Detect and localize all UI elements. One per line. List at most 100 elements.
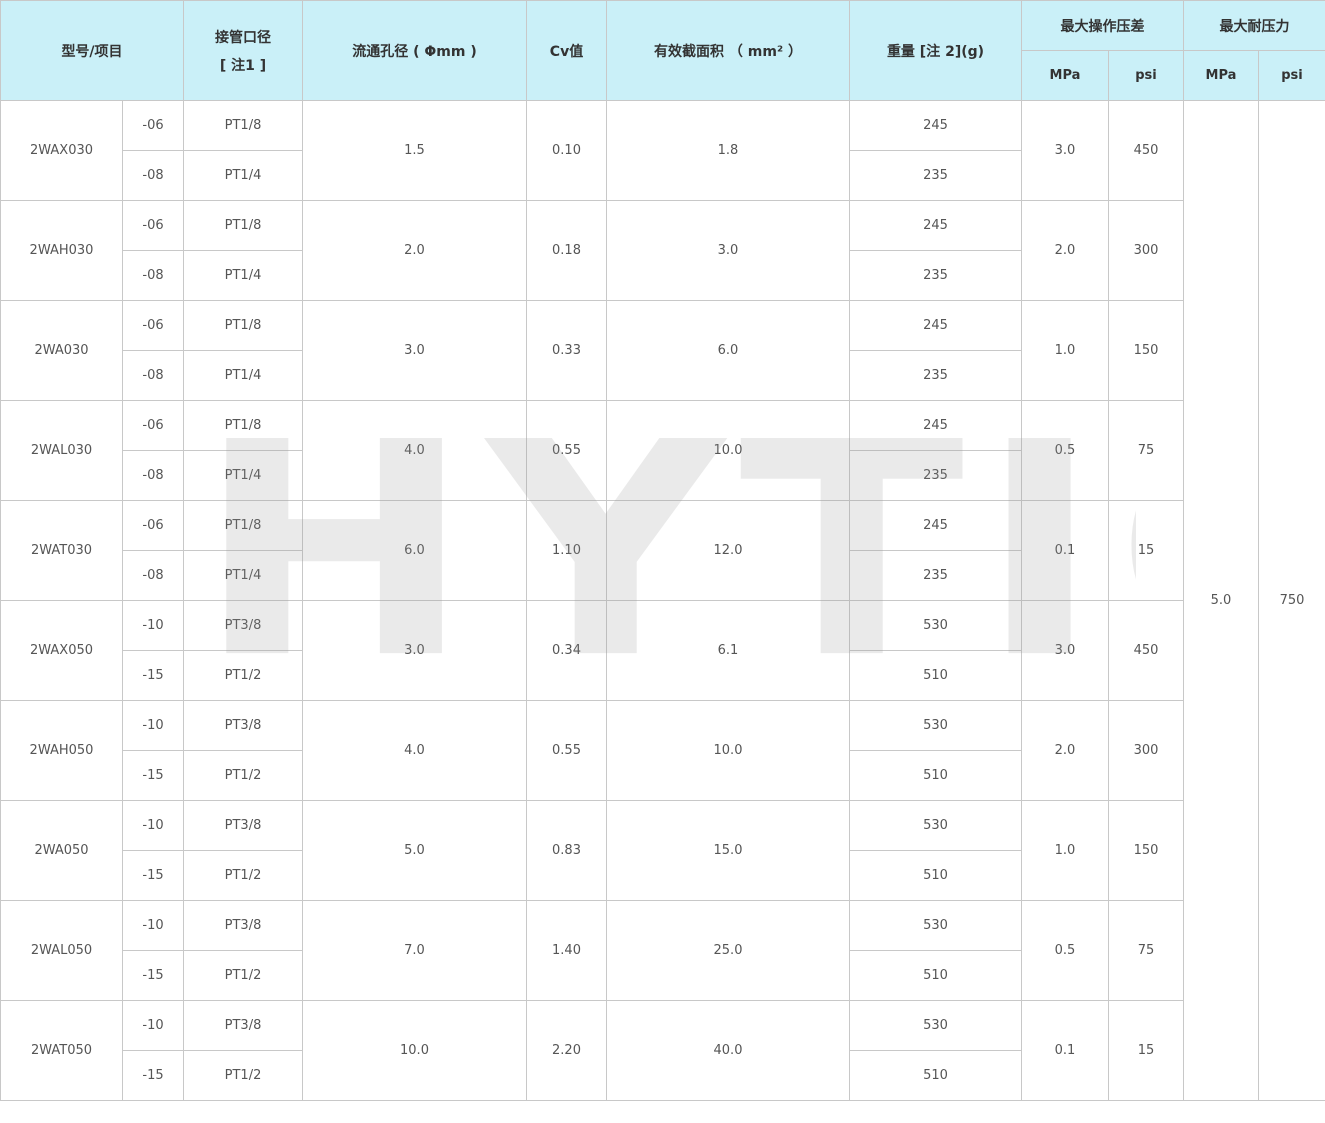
model-cell: 2WAT050 <box>0 1000 123 1101</box>
cv-cell: 0.83 <box>526 800 607 901</box>
effective-area-cell: 40.0 <box>606 1000 850 1101</box>
variant-code-cell: -08 <box>122 350 184 401</box>
variant-code-cell: -08 <box>122 250 184 301</box>
cv-cell: 0.10 <box>526 100 607 201</box>
weight-cell: 530 <box>849 900 1022 951</box>
header-max-proof-pressure: 最大耐压力 <box>1183 0 1325 51</box>
max-op-psi-cell: 15 <box>1108 500 1184 601</box>
model-cell: 2WAH030 <box>0 200 123 301</box>
orifice-cell: 10.0 <box>302 1000 527 1101</box>
model-cell: 2WAX030 <box>0 100 123 201</box>
port-size-cell: PT1/4 <box>183 150 303 201</box>
spec-table: 型号/项目 接管口径 [ 注1 ] 流通孔径 ( Φmm ) Cv值 有效截面积… <box>0 0 1325 1101</box>
port-size-cell: PT3/8 <box>183 900 303 951</box>
variant-code-cell: -15 <box>122 950 184 1001</box>
max-op-mpa-cell: 0.1 <box>1021 500 1109 601</box>
cv-cell: 0.33 <box>526 300 607 401</box>
model-cell: 2WAL050 <box>0 900 123 1001</box>
cv-cell: 0.55 <box>526 700 607 801</box>
orifice-cell: 4.0 <box>302 400 527 501</box>
effective-area-cell: 10.0 <box>606 700 850 801</box>
model-cell: 2WAX050 <box>0 600 123 701</box>
table-row: 2WAT050 -10 PT3/8 10.0 2.20 40.0 530 0.1 15 <box>0 1000 1325 1101</box>
port-size-cell: PT1/2 <box>183 950 303 1001</box>
effective-area-cell: 3.0 <box>606 200 850 301</box>
variant-code-cell: -10 <box>122 1000 184 1051</box>
effective-area-cell: 1.8 <box>606 100 850 201</box>
port-size-cell: PT1/8 <box>183 200 303 251</box>
variant-code-cell: -10 <box>122 800 184 851</box>
port-size-cell: PT1/2 <box>183 850 303 901</box>
variant-code-cell: -08 <box>122 450 184 501</box>
table-row: 2WAL030 -06 PT1/8 4.0 0.55 10.0 245 0.5 75 <box>0 400 1325 501</box>
port-size-cell: PT3/8 <box>183 800 303 851</box>
weight-cell: 245 <box>849 500 1022 551</box>
table-row: 2WAT030 -06 PT1/8 6.0 1.10 12.0 245 0.1 15 <box>0 500 1325 601</box>
variant-code-cell: -06 <box>122 300 184 351</box>
header-orifice: 流通孔径 ( Φmm ) <box>302 0 527 101</box>
weight-cell: 235 <box>849 250 1022 301</box>
cv-cell: 0.18 <box>526 200 607 301</box>
port-size-cell: PT1/8 <box>183 300 303 351</box>
weight-cell: 510 <box>849 850 1022 901</box>
variant-code-cell: -15 <box>122 650 184 701</box>
table-row: 2WAH050 -10 PT3/8 4.0 0.55 10.0 530 2.0 300 <box>0 700 1325 801</box>
model-cell: 2WA030 <box>0 300 123 401</box>
port-size-cell: PT1/4 <box>183 550 303 601</box>
header-op-mpa: MPa <box>1021 50 1109 101</box>
header-model: 型号/项目 <box>0 0 184 101</box>
weight-cell: 530 <box>849 1000 1022 1051</box>
effective-area-cell: 6.0 <box>606 300 850 401</box>
cv-cell: 0.55 <box>526 400 607 501</box>
max-op-mpa-cell: 0.5 <box>1021 900 1109 1001</box>
max-op-psi-cell: 15 <box>1108 1000 1184 1101</box>
effective-area-cell: 25.0 <box>606 900 850 1001</box>
weight-cell: 235 <box>849 150 1022 201</box>
orifice-cell: 6.0 <box>302 500 527 601</box>
orifice-cell: 3.0 <box>302 300 527 401</box>
variant-code-cell: -10 <box>122 600 184 651</box>
variant-code-cell: -10 <box>122 900 184 951</box>
port-size-cell: PT1/4 <box>183 250 303 301</box>
variant-code-cell: -15 <box>122 1050 184 1101</box>
header-max-operating-pressure: 最大操作压差 <box>1021 0 1184 51</box>
effective-area-cell: 12.0 <box>606 500 850 601</box>
variant-code-cell: -08 <box>122 550 184 601</box>
model-cell: 2WAT030 <box>0 500 123 601</box>
port-size-cell: PT1/2 <box>183 750 303 801</box>
table-row: 2WAL050 -10 PT3/8 7.0 1.40 25.0 530 0.5 75 <box>0 900 1325 1001</box>
max-op-psi-cell: 300 <box>1108 200 1184 301</box>
port-size-cell: PT1/2 <box>183 650 303 701</box>
orifice-cell: 1.5 <box>302 100 527 201</box>
orifice-cell: 3.0 <box>302 600 527 701</box>
variant-code-cell: -15 <box>122 750 184 801</box>
weight-cell: 245 <box>849 100 1022 151</box>
proof-psi-cell: 750 <box>1258 100 1325 1101</box>
max-op-psi-cell: 75 <box>1108 400 1184 501</box>
port-size-cell: PT1/4 <box>183 350 303 401</box>
table-row: 2WAX050 -10 PT3/8 3.0 0.34 6.1 530 3.0 450 <box>0 600 1325 701</box>
variant-code-cell: -06 <box>122 200 184 251</box>
header-proof-psi: psi <box>1258 50 1325 101</box>
header-port-note: [ 注1 ] <box>219 57 267 74</box>
weight-cell: 510 <box>849 1050 1022 1101</box>
header-port: 接管口径 [ 注1 ] <box>183 0 303 101</box>
weight-cell: 235 <box>849 550 1022 601</box>
port-size-cell: PT1/8 <box>183 100 303 151</box>
effective-area-cell: 10.0 <box>606 400 850 501</box>
proof-mpa-cell: 5.0 <box>1183 100 1259 1101</box>
cv-cell: 1.10 <box>526 500 607 601</box>
weight-cell: 245 <box>849 400 1022 451</box>
cv-cell: 2.20 <box>526 1000 607 1101</box>
variant-code-cell: -06 <box>122 500 184 551</box>
port-size-cell: PT3/8 <box>183 1000 303 1051</box>
max-op-mpa-cell: 2.0 <box>1021 200 1109 301</box>
table-row: 2WA050 -10 PT3/8 5.0 0.83 15.0 530 1.0 150 <box>0 800 1325 901</box>
weight-cell: 530 <box>849 600 1022 651</box>
max-op-mpa-cell: 2.0 <box>1021 700 1109 801</box>
header-area: 有效截面积 （ mm² ） <box>606 0 850 101</box>
weight-cell: 510 <box>849 650 1022 701</box>
header-op-psi: psi <box>1108 50 1184 101</box>
max-op-mpa-cell: 0.5 <box>1021 400 1109 501</box>
weight-cell: 235 <box>849 350 1022 401</box>
